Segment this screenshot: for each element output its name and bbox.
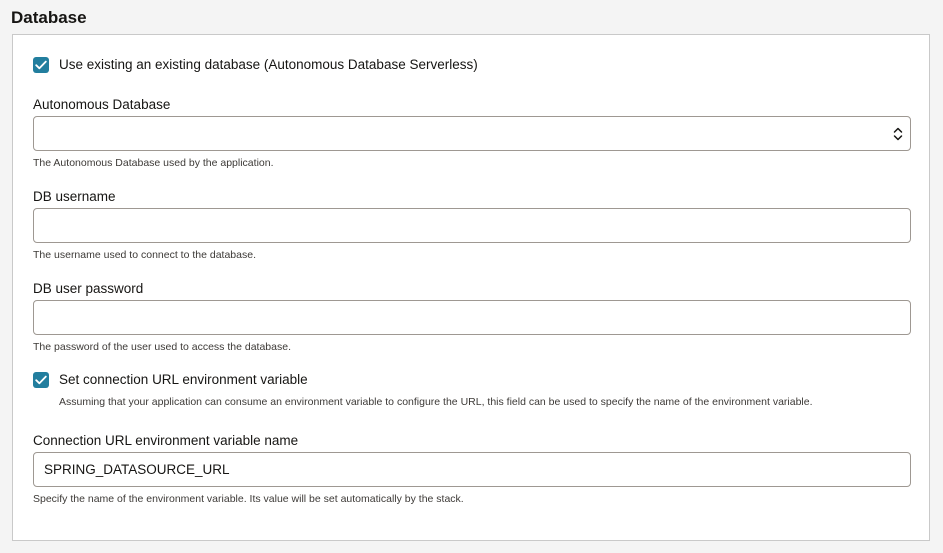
use-existing-db-row: Use existing an existing database (Auton… bbox=[33, 57, 478, 73]
set-conn-url-label: Set connection URL environment variable bbox=[59, 372, 308, 387]
autonomous-db-help: The Autonomous Database used by the appl… bbox=[33, 157, 274, 169]
database-panel: Use existing an existing database (Auton… bbox=[12, 34, 930, 541]
checkmark-icon bbox=[35, 375, 47, 385]
autonomous-db-label: Autonomous Database bbox=[33, 97, 171, 112]
set-conn-url-help: Assuming that your application can consu… bbox=[59, 396, 813, 408]
section-title: Database bbox=[11, 8, 87, 27]
set-conn-url-row: Set connection URL environment variable bbox=[33, 372, 308, 388]
db-password-label: DB user password bbox=[33, 281, 144, 296]
conn-url-name-input[interactable] bbox=[33, 452, 911, 487]
db-password-help: The password of the user used to access … bbox=[33, 341, 291, 353]
db-username-label: DB username bbox=[33, 189, 116, 204]
chevron-up-down-icon bbox=[893, 127, 903, 141]
autonomous-db-select[interactable] bbox=[33, 116, 911, 151]
conn-url-name-help: Specify the name of the environment vari… bbox=[33, 493, 464, 505]
conn-url-name-label: Connection URL environment variable name bbox=[33, 433, 299, 448]
db-username-help: The username used to connect to the data… bbox=[33, 249, 256, 261]
db-password-input[interactable] bbox=[33, 300, 911, 335]
use-existing-db-label: Use existing an existing database (Auton… bbox=[59, 57, 478, 72]
checkmark-icon bbox=[35, 60, 47, 70]
db-username-input[interactable] bbox=[33, 208, 911, 243]
use-existing-db-checkbox[interactable] bbox=[33, 57, 49, 73]
set-conn-url-checkbox[interactable] bbox=[33, 372, 49, 388]
